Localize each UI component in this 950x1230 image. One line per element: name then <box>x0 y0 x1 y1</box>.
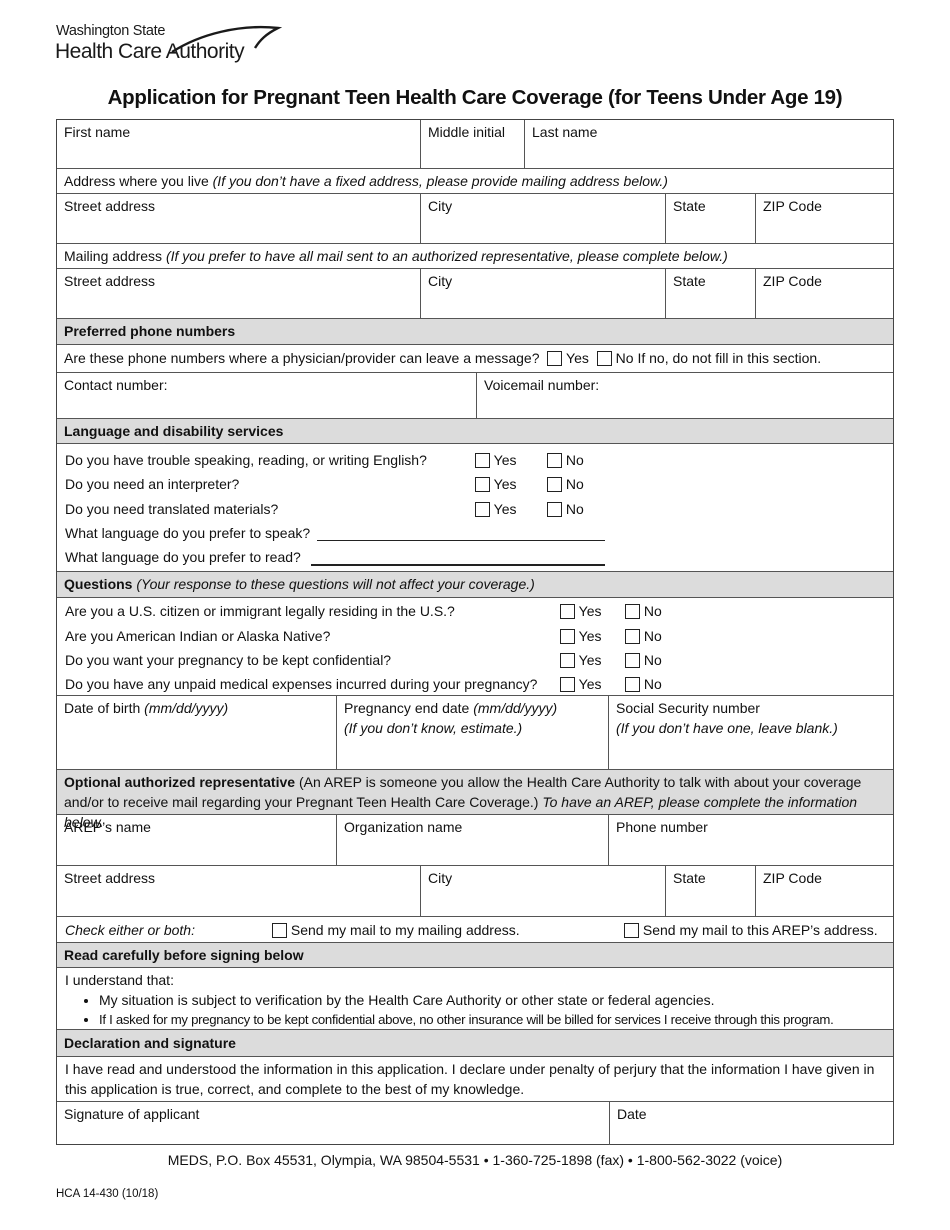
pregnancy-end-date-field[interactable]: Pregnancy end date (mm/dd/yyyy) (If you … <box>336 696 608 769</box>
arep-address-row: Street address City State ZIP Code <box>57 866 893 917</box>
arep-organization-field[interactable]: Organization name <box>336 815 608 865</box>
arep-phone-field[interactable]: Phone number <box>608 815 893 865</box>
question-1-yes-checkbox[interactable] <box>560 604 575 619</box>
understand-bullet-1: My situation is subject to verification … <box>99 990 889 1010</box>
last-name-field[interactable]: Last name <box>524 120 893 168</box>
read-carefully-body: I understand that: My situation is subje… <box>57 968 893 1030</box>
phones-section-header: Preferred phone numbers <box>57 319 893 345</box>
ssn-field[interactable]: Social Security number (If you don’t hav… <box>608 696 893 769</box>
language-q3-yes-checkbox[interactable] <box>475 502 490 517</box>
logo-swoosh-icon <box>171 25 282 54</box>
language-speak-label: What language do you prefer to speak? <box>65 525 311 541</box>
question-4-no-checkbox[interactable] <box>625 677 640 692</box>
question-2-yes-checkbox[interactable] <box>560 629 575 644</box>
question-1: Are you a U.S. citizen or immigrant lega… <box>65 603 455 619</box>
arep-mail-options-row: Check either or both: Send my mail to my… <box>57 917 893 943</box>
language-section-header: Language and disability services <box>57 419 893 444</box>
date-of-birth-field[interactable]: Date of birth (mm/dd/yyyy) <box>57 696 336 769</box>
phones-message-no-checkbox[interactable] <box>596 351 612 366</box>
question-3-yes-checkbox[interactable] <box>560 653 575 668</box>
question-3-no-checkbox[interactable] <box>625 653 640 668</box>
phones-message-yes-checkbox[interactable] <box>547 351 563 366</box>
application-form: First name Middle initial Last name Addr… <box>56 119 894 1145</box>
home-street-field[interactable]: Street address <box>57 194 420 243</box>
mailing-state-field[interactable]: State <box>665 269 755 318</box>
name-row: First name Middle initial Last name <box>57 120 893 169</box>
arep-zip-field[interactable]: ZIP Code <box>755 866 893 916</box>
understand-bullet-2: If I asked for my pregnancy to be kept c… <box>99 1010 889 1030</box>
check-either-label: Check either or both: <box>65 922 195 938</box>
signature-field[interactable]: Signature of applicant <box>57 1102 609 1145</box>
declaration-header: Declaration and signature <box>57 1030 893 1057</box>
mailing-zip-field[interactable]: ZIP Code <box>755 269 893 318</box>
language-read-label: What language do you prefer to read? <box>65 549 301 565</box>
read-carefully-header: Read carefully before signing below <box>57 943 893 968</box>
mailing-address-heading: Mailing address (If you prefer to have a… <box>57 244 893 269</box>
arep-name-row: AREP’s name Organization name Phone numb… <box>57 815 893 866</box>
language-section-body: Do you have trouble speaking, reading, o… <box>57 444 893 572</box>
home-state-field[interactable]: State <box>665 194 755 243</box>
language-q3-no-checkbox[interactable] <box>547 502 562 517</box>
language-q1: Do you have trouble speaking, reading, o… <box>65 452 427 468</box>
question-4: Do you have any unpaid medical expenses … <box>65 676 538 692</box>
signature-row: Signature of applicant Date <box>57 1102 893 1145</box>
phones-message-question: Are these phone numbers where a physicia… <box>57 345 893 373</box>
mailing-address-row: Street address City State ZIP Code <box>57 269 893 319</box>
question-3: Do you want your pregnancy to be kept co… <box>65 652 392 668</box>
home-zip-field[interactable]: ZIP Code <box>755 194 893 243</box>
question-4-yes-checkbox[interactable] <box>560 677 575 692</box>
home-address-row: Street address City State ZIP Code <box>57 194 893 244</box>
language-q2-no-checkbox[interactable] <box>547 477 562 492</box>
arep-street-field[interactable]: Street address <box>57 866 420 916</box>
question-2-no-checkbox[interactable] <box>625 629 640 644</box>
page-title: Application for Pregnant Teen Health Car… <box>107 86 843 109</box>
contact-number-field[interactable]: Contact number: <box>57 373 476 418</box>
home-city-field[interactable]: City <box>420 194 665 243</box>
language-speak-input[interactable] <box>317 540 605 541</box>
footer-contact: MEDS, P.O. Box 45531, Olympia, WA 98504-… <box>167 1152 783 1168</box>
mailing-street-field[interactable]: Street address <box>57 269 420 318</box>
home-address-heading: Address where you live (If you don’t hav… <box>57 169 893 194</box>
voicemail-number-field[interactable]: Voicemail number: <box>476 373 893 418</box>
dates-ssn-row: Date of birth (mm/dd/yyyy) Pregnancy end… <box>57 696 893 770</box>
language-read-input[interactable] <box>311 564 605 566</box>
language-q2: Do you need an interpreter? <box>65 476 240 492</box>
middle-initial-field[interactable]: Middle initial <box>420 120 524 168</box>
questions-section-body: Are you a U.S. citizen or immigrant lega… <box>57 598 893 696</box>
form-number: HCA 14-430 (10/18) <box>56 1188 159 1200</box>
language-q1-no-checkbox[interactable] <box>547 453 562 468</box>
language-q2-yes-checkbox[interactable] <box>475 477 490 492</box>
send-mail-to-mailing-checkbox[interactable] <box>272 923 287 938</box>
arep-section-header: Optional authorized representative (An A… <box>57 770 893 830</box>
logo-line1: Washington State <box>56 23 166 39</box>
send-mail-to-arep-checkbox[interactable] <box>624 923 639 938</box>
declaration-text: I have read and understood the informati… <box>65 1061 875 1097</box>
arep-state-field[interactable]: State <box>665 866 755 916</box>
question-1-no-checkbox[interactable] <box>625 604 640 619</box>
declaration-body: I have read and understood the informati… <box>57 1057 893 1102</box>
question-2: Are you American Indian or Alaska Native… <box>65 628 331 644</box>
arep-name-field[interactable]: AREP’s name <box>57 815 336 865</box>
first-name-field[interactable]: First name <box>57 120 420 168</box>
mailing-city-field[interactable]: City <box>420 269 665 318</box>
arep-city-field[interactable]: City <box>420 866 665 916</box>
understand-intro: I understand that: <box>65 972 174 988</box>
language-q3: Do you need translated materials? <box>65 501 279 517</box>
questions-section-header: Questions (Your response to these questi… <box>57 572 893 598</box>
signature-date-field[interactable]: Date <box>609 1102 893 1145</box>
phones-row: Contact number: Voicemail number: <box>57 373 893 419</box>
language-q1-yes-checkbox[interactable] <box>475 453 490 468</box>
